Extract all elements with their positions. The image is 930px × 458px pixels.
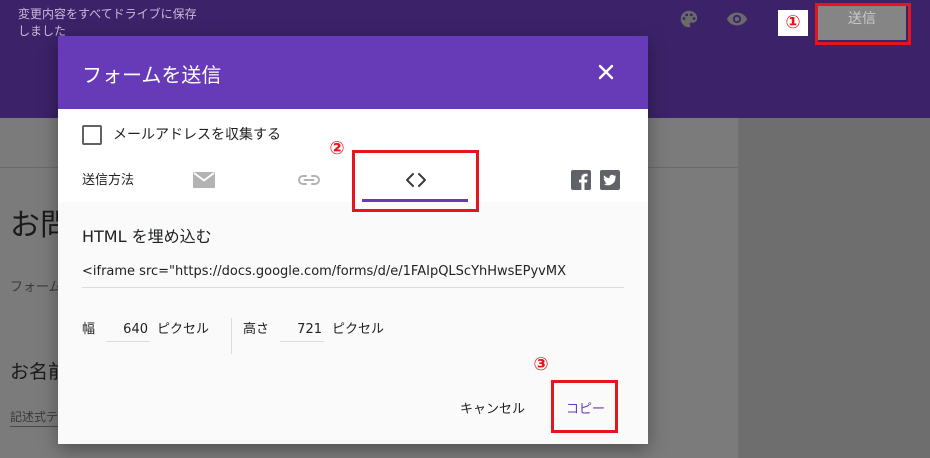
short-answer-hint: 記述式テ — [10, 410, 59, 424]
height-input[interactable] — [280, 318, 324, 342]
cancel-button[interactable]: キャンセル — [460, 400, 525, 420]
palette-icon[interactable] — [678, 8, 700, 30]
width-label: 幅 — [82, 322, 96, 337]
annotation-box-copy — [551, 380, 618, 433]
collect-email-checkbox[interactable] — [82, 125, 102, 145]
step-2-marker: ② — [329, 138, 345, 159]
close-icon[interactable] — [594, 60, 618, 84]
width-unit-label: ピクセル — [157, 322, 210, 337]
embed-code-field[interactable]: <iframe src="https://docs.google.com/for… — [82, 262, 624, 282]
height-unit-label: ピクセル — [332, 322, 385, 337]
annotation-box-embed-tab — [352, 150, 479, 212]
send-via-label: 送信方法 — [82, 173, 135, 188]
mail-icon[interactable] — [192, 171, 216, 189]
embed-html-heading: HTML を埋め込む — [82, 227, 212, 246]
eye-icon[interactable] — [726, 8, 748, 30]
short-answer-line — [10, 426, 60, 427]
twitter-icon[interactable] — [600, 170, 620, 190]
form-description[interactable]: フォーム — [10, 276, 62, 295]
height-label: 高さ — [243, 322, 270, 337]
embed-code-underline — [82, 287, 624, 288]
collect-email-label[interactable]: メールアドレスを収集する — [113, 125, 281, 145]
link-icon[interactable] — [296, 171, 322, 189]
dialog-title: フォームを送信 — [82, 63, 222, 87]
dimension-divider — [231, 318, 232, 354]
width-input[interactable] — [106, 318, 150, 342]
facebook-icon[interactable] — [571, 170, 591, 190]
step-3-marker: ③ — [533, 354, 549, 375]
annotation-box-send — [815, 3, 911, 45]
save-status-text: 変更内容をすべてドライブに保存しました — [18, 7, 197, 38]
step-1-marker: ① — [778, 10, 808, 36]
dialog-header: フォームを送信 — [58, 36, 648, 109]
